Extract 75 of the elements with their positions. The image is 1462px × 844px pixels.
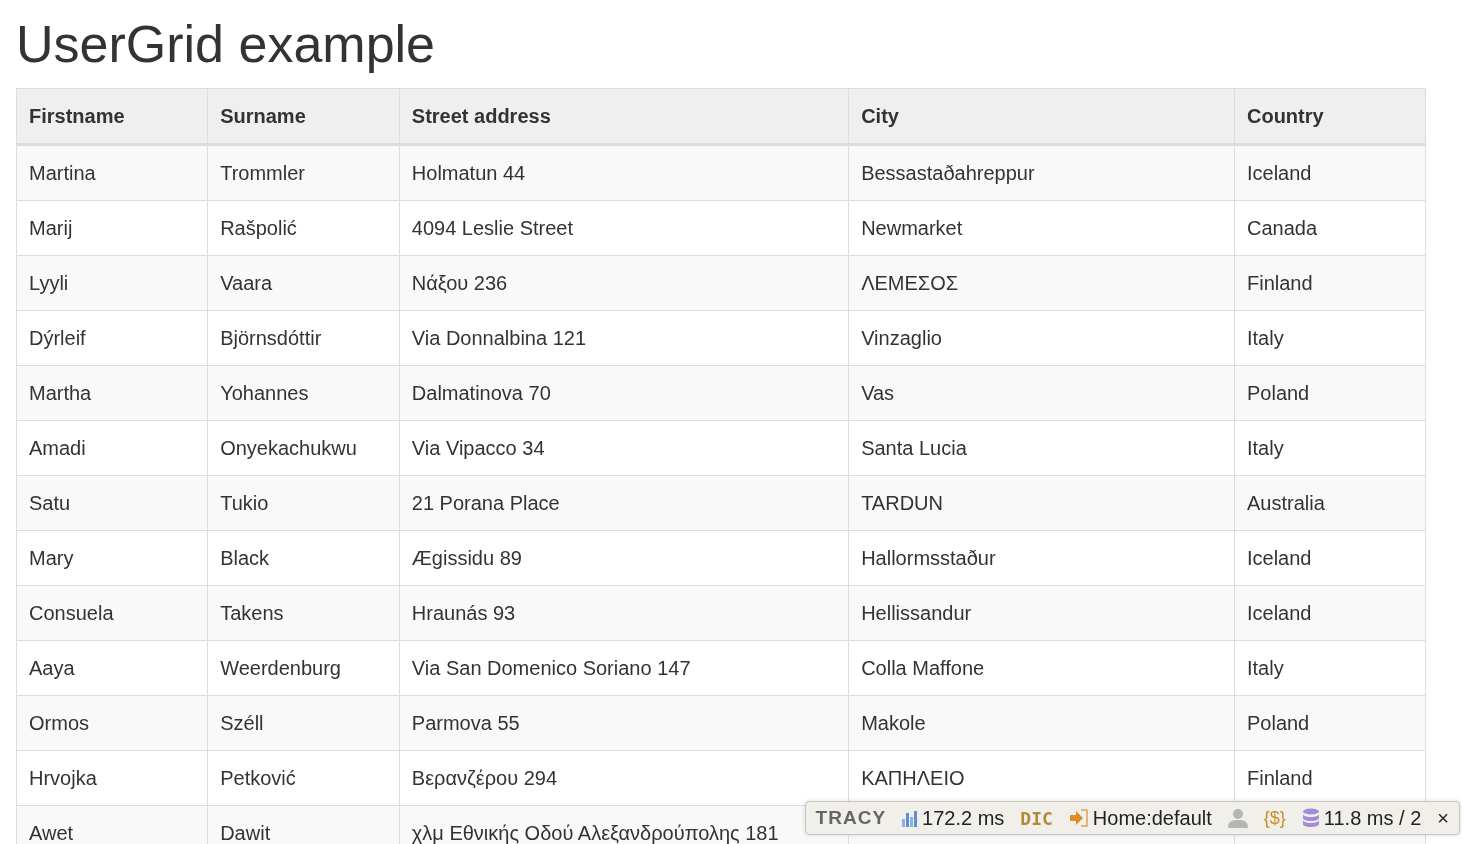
table-cell: TARDUN <box>848 475 1235 531</box>
table-cell: Canada <box>1234 200 1426 256</box>
table-cell: Tukio <box>207 475 400 531</box>
column-header: Firstname <box>16 88 208 145</box>
database-icon[interactable] <box>1301 808 1320 828</box>
table-cell: Hraunás 93 <box>399 585 849 641</box>
table-cell: Black <box>207 530 400 586</box>
table-cell: Petković <box>207 750 400 806</box>
table-cell: Ormos <box>16 695 208 751</box>
table-cell: Finland <box>1234 255 1426 311</box>
table-cell: Björnsdóttir <box>207 310 400 366</box>
table-cell: ΛΕΜΕΣΟΣ <box>848 255 1235 311</box>
table-cell: Consuela <box>16 585 208 641</box>
table-cell: Colla Maffone <box>848 640 1235 696</box>
database-time: 11.8 ms / 2 <box>1323 806 1422 830</box>
table-cell: 21 Porana Place <box>399 475 849 531</box>
table-cell: Mary <box>16 530 208 586</box>
table-cell: Martina <box>16 144 208 201</box>
table-cell: Hrvojka <box>16 750 208 806</box>
table-cell: Iceland <box>1234 585 1426 641</box>
user-icon[interactable] <box>1227 808 1248 828</box>
table-cell: Poland <box>1234 695 1426 751</box>
close-button[interactable]: × <box>1437 806 1449 830</box>
column-header: Street address <box>399 88 849 145</box>
table-cell: Ægissidu 89 <box>399 530 849 586</box>
table-cell: Poland <box>1234 365 1426 421</box>
column-header: City <box>848 88 1235 145</box>
table-cell: Newmarket <box>848 200 1235 256</box>
sign-in-icon[interactable] <box>1068 809 1089 827</box>
debug-bar-logo: TRACY <box>815 807 887 829</box>
table-cell: Italy <box>1234 310 1426 366</box>
table-cell: Amadi <box>16 420 208 476</box>
table-cell: Iceland <box>1234 530 1426 586</box>
table-cell: Santa Lucia <box>848 420 1235 476</box>
table-cell: Awet <box>16 805 208 844</box>
table-cell: Yohannes <box>207 365 400 421</box>
table-cell: Via Donnalbina 121 <box>399 310 849 366</box>
table-cell: Martha <box>16 365 208 421</box>
table-cell: Italy <box>1234 640 1426 696</box>
table-cell: Széll <box>207 695 400 751</box>
table-cell: Trommler <box>207 144 400 201</box>
bar-chart-icon[interactable] <box>902 809 919 827</box>
table-cell: Vinzaglio <box>848 310 1235 366</box>
table-cell: 4094 Leslie Street <box>399 200 849 256</box>
table-cell: Hallormsstaður <box>848 530 1235 586</box>
table-cell: Satu <box>16 475 208 531</box>
table-cell: Vas <box>848 365 1235 421</box>
table-cell: Dalmatinova 70 <box>399 365 849 421</box>
column-header: Surname <box>207 88 400 145</box>
table-cell: Aaya <box>16 640 208 696</box>
table-cell: Via Vipacco 34 <box>399 420 849 476</box>
table-cell: Νάξου 236 <box>399 255 849 311</box>
table-cell: Onyekachukwu <box>207 420 400 476</box>
table-cell: Italy <box>1234 420 1426 476</box>
table-cell: Parmova 55 <box>399 695 849 751</box>
table-cell: Iceland <box>1234 144 1426 201</box>
session-panel-label[interactable]: {$} <box>1263 807 1286 829</box>
table-cell: Via San Domenico Soriano 147 <box>399 640 849 696</box>
table-cell: Holmatun 44 <box>399 144 849 201</box>
execution-time: 172.2 ms <box>922 806 1005 830</box>
table-cell: Marij <box>16 200 208 256</box>
table-cell: Dýrleif <box>16 310 208 366</box>
table-cell: Weerdenburg <box>207 640 400 696</box>
table-cell: Makole <box>848 695 1235 751</box>
table-cell: Hellissandur <box>848 585 1235 641</box>
table-cell: Vaara <box>207 255 400 311</box>
table-cell: Bessastaðahreppur <box>848 144 1235 201</box>
route-label: Home:default <box>1092 806 1212 830</box>
table-cell: Lyyli <box>16 255 208 311</box>
table-cell: Australia <box>1234 475 1426 531</box>
page-title: UserGrid example <box>16 14 437 74</box>
table-cell: Takens <box>207 585 400 641</box>
column-header: Country <box>1234 88 1426 145</box>
table-cell: Rašpolić <box>207 200 400 256</box>
container-panel-label[interactable]: DIC <box>1020 807 1053 829</box>
